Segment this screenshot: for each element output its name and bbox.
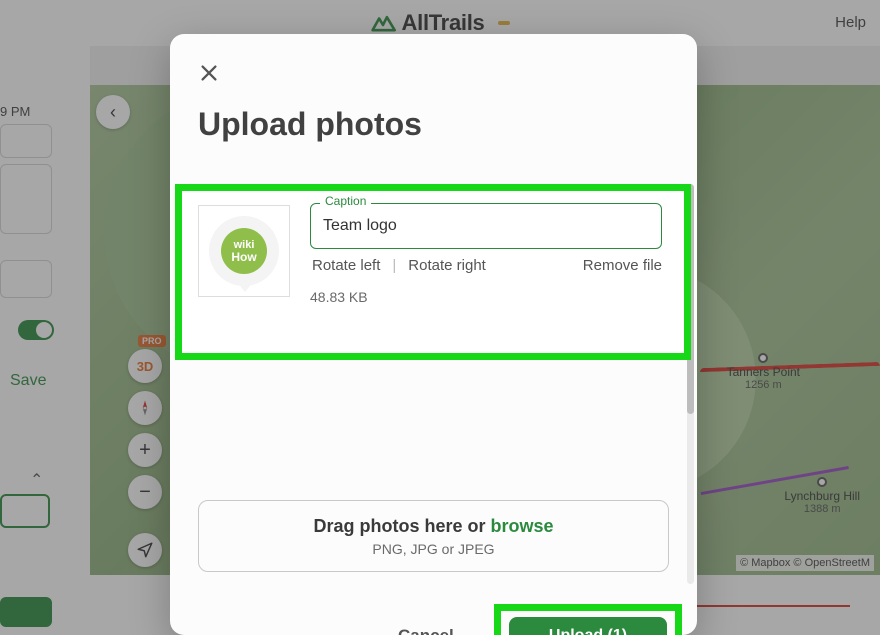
upload-button[interactable]: Upload (1) (509, 617, 667, 635)
caption-field-wrap: Caption (310, 203, 662, 249)
thumbnail-bubble: wiki How (209, 216, 279, 286)
remove-file-button[interactable]: Remove file (583, 257, 662, 274)
upload-photos-modal: Upload photos wiki How Caption Rotate le… (170, 34, 697, 635)
rotate-left-button[interactable]: Rotate left (312, 257, 380, 274)
modal-title: Upload photos (198, 106, 422, 143)
separator: | (392, 257, 396, 274)
drop-zone-formats: PNG, JPG or JPEG (372, 541, 494, 557)
photo-actions: Rotate left | Rotate right (312, 257, 486, 274)
thumbnail-logo: wiki How (221, 228, 267, 274)
caption-label: Caption (320, 194, 371, 208)
file-size: 48.83 KB (310, 289, 368, 305)
photo-item-highlight: wiki How Caption Rotate left | Rotate ri… (175, 184, 691, 360)
browse-link[interactable]: browse (491, 516, 554, 536)
drop-zone-text: Drag photos here or browse (313, 516, 553, 537)
cancel-button[interactable]: Cancel (398, 626, 454, 635)
photo-thumbnail[interactable]: wiki How (198, 205, 290, 297)
drop-zone[interactable]: Drag photos here or browse PNG, JPG or J… (198, 500, 669, 572)
upload-button-highlight: Upload (1) (494, 604, 682, 635)
close-button[interactable] (198, 62, 220, 84)
close-icon (198, 62, 220, 84)
caption-input[interactable] (310, 203, 662, 249)
rotate-right-button[interactable]: Rotate right (408, 257, 486, 274)
